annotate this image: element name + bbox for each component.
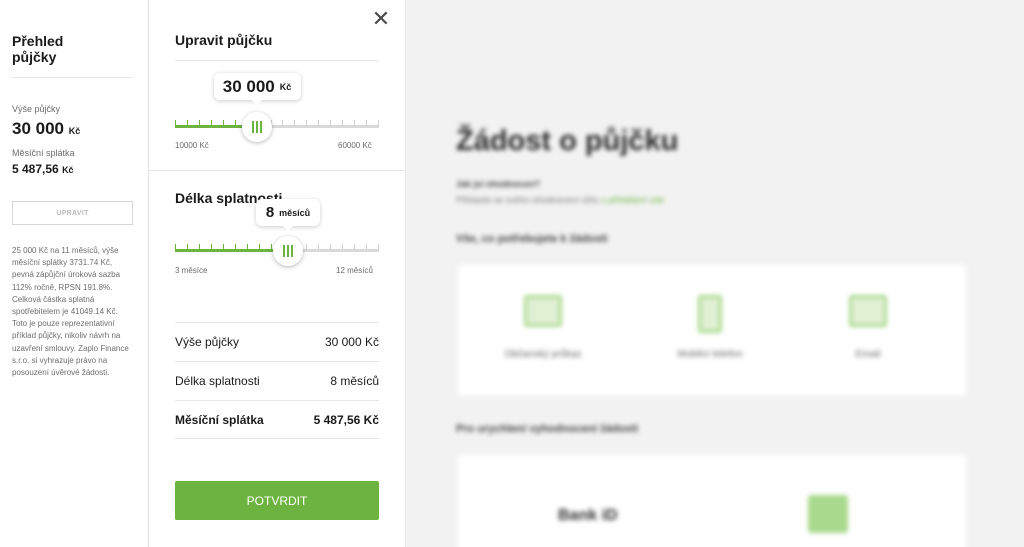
slider-tick	[235, 244, 236, 250]
edit-loan-button[interactable]: UPRAVIT	[12, 201, 133, 225]
loan-editor-panel: ✕ Upravit půjčku 30 000 Kč 10000 Kč 6000…	[149, 0, 406, 547]
detail-row-term: Délka splatnosti 8 měsíců	[175, 361, 379, 400]
term-slider-handle[interactable]	[273, 236, 303, 266]
slider-tick	[223, 244, 224, 250]
editor-divider	[175, 60, 379, 61]
detail-label: Výše půjčky	[175, 335, 240, 349]
slider-tick	[306, 120, 307, 126]
background-page: Žádost o půjčku Jak jsi ohodnocen? Přihl…	[406, 0, 1024, 547]
representative-example-disclaimer: 25 000 Kč na 11 měsíců, výše měsíční spl…	[12, 246, 129, 378]
summary-monthly-payment: 5 487,56 Kč	[12, 162, 136, 176]
slider-tick	[342, 244, 343, 250]
loan-summary-panel: Přehled půjčky Výše půjčky 30 000 Kč Měs…	[0, 0, 149, 547]
amount-value-tooltip: 30 000 Kč	[213, 73, 301, 105]
slider-tick	[211, 244, 212, 250]
bg-bankid-label: Bank iD	[558, 507, 618, 524]
slider-tick	[366, 244, 367, 250]
term-slider[interactable]	[175, 236, 379, 266]
detail-value: 5 487,56 Kč	[313, 412, 379, 427]
slider-tick	[211, 120, 212, 126]
slider-tick	[366, 120, 367, 126]
term-value-tooltip: 8 měsíců	[256, 199, 320, 231]
term-max-label: 12 měsíců	[336, 266, 373, 275]
editor-title: Upravit půjčku	[175, 32, 273, 48]
bg-section-speedup: Pro urychlení vyhodnocení žádosti	[456, 423, 639, 435]
summary-loan-amount-label: Výše půjčky	[12, 104, 61, 114]
bg-section-required: Vše, co potřebujete k žádosti	[456, 233, 608, 245]
slider-tick	[354, 244, 355, 250]
bg-subtitle: Přihlaste se svého ohodnocení účtu s při…	[456, 195, 665, 205]
summary-monthly-payment-currency: Kč	[62, 165, 74, 175]
slider-tick	[187, 244, 188, 250]
term-min-label: 3 měsíce	[175, 266, 208, 275]
amount-slider-ticks	[175, 116, 379, 126]
slider-tick	[223, 120, 224, 126]
detail-value: 30 000 Kč	[324, 335, 379, 349]
amount-min-label: 10000 Kč	[175, 141, 209, 150]
bg-page-title: Žádost o půjčku	[456, 125, 679, 157]
bg-option-email: Email	[793, 295, 943, 360]
slider-tick	[378, 244, 379, 250]
amount-tooltip-unit: Kč	[279, 81, 292, 92]
amount-slider-handle[interactable]	[242, 112, 272, 142]
bg-question: Jak jsi ohodnocen?	[456, 179, 541, 189]
summary-loan-amount: 30 000 Kč	[12, 119, 136, 139]
summary-monthly-payment-label: Měsíční splátka	[12, 148, 75, 158]
amount-tooltip-value: 30 000	[222, 76, 275, 96]
summary-loan-amount-currency: Kč	[68, 126, 81, 136]
loan-details-table: Výše půjčky 30 000 Kč Délka splatnosti 8…	[175, 322, 379, 439]
slider-tick	[342, 120, 343, 126]
phone-icon	[698, 295, 722, 333]
slider-tick	[330, 120, 331, 126]
close-icon[interactable]: ✕	[371, 8, 391, 30]
slider-tick	[199, 244, 200, 250]
amount-max-label: 60000 Kč	[338, 141, 372, 150]
term-tooltip-value: 8	[265, 204, 275, 221]
slider-tick	[247, 244, 248, 250]
summary-loan-amount-value: 30 000	[12, 119, 64, 138]
bg-option-phone: Mobilní telefon	[635, 295, 785, 360]
slider-tick	[271, 244, 272, 250]
slider-tick	[354, 120, 355, 126]
term-tooltip-unit: měsíců	[279, 207, 311, 218]
detail-label: Měsíční splátka	[175, 412, 264, 427]
slider-tick	[199, 120, 200, 126]
bg-option-id: Občanský průkaz	[468, 295, 618, 360]
amount-slider[interactable]	[175, 112, 379, 142]
summary-divider	[12, 77, 133, 78]
slider-tick	[294, 120, 295, 126]
detail-row-loan-amount: Výše půjčky 30 000 Kč	[175, 322, 379, 361]
detail-label: Délka splatnosti	[175, 374, 260, 388]
summary-title: Přehled půjčky	[12, 33, 64, 65]
bank-icon	[808, 495, 848, 533]
detail-row-monthly-payment: Měsíční splátka 5 487,56 Kč	[175, 400, 379, 439]
section-divider	[149, 170, 406, 171]
email-icon	[849, 295, 887, 327]
slider-tick	[306, 244, 307, 250]
detail-value: 8 měsíců	[330, 374, 379, 388]
confirm-button[interactable]: POTVRDIT	[175, 481, 379, 520]
slider-tick	[318, 120, 319, 126]
bg-bankid-card: Bank iD	[458, 455, 966, 547]
slider-tick	[378, 120, 379, 126]
slider-tick	[187, 120, 188, 126]
slider-tick	[235, 120, 236, 126]
slider-tick	[318, 244, 319, 250]
id-card-icon	[524, 295, 562, 327]
slider-tick	[330, 244, 331, 250]
slider-tick	[282, 120, 283, 126]
bg-requirements-card: Občanský průkaz Mobilní telefon Email	[458, 265, 966, 395]
summary-monthly-payment-value: 5 487,56	[12, 162, 59, 176]
slider-tick	[175, 120, 176, 126]
slider-tick	[175, 244, 176, 250]
slider-tick	[259, 244, 260, 250]
